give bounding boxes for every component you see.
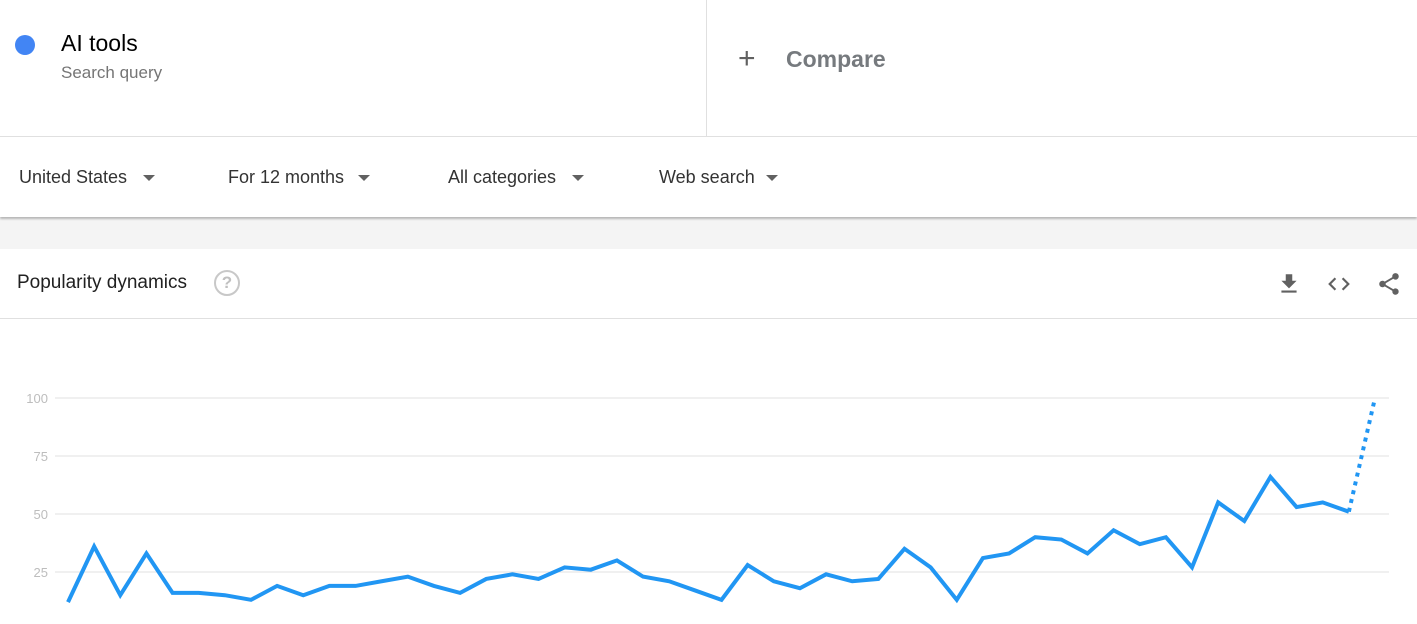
- data-point[interactable]: [167, 587, 179, 599]
- data-point[interactable]: [114, 589, 126, 601]
- data-point[interactable]: [454, 587, 466, 599]
- data-point[interactable]: [872, 573, 884, 585]
- chart-series: [62, 392, 1381, 608]
- term-type: Search query: [61, 63, 163, 82]
- data-point[interactable]: [350, 580, 362, 592]
- data-point[interactable]: [951, 594, 963, 606]
- data-point[interactable]: [1029, 531, 1041, 543]
- section-spacer: [0, 217, 1417, 249]
- share-icon[interactable]: [1376, 271, 1402, 297]
- data-point[interactable]: [533, 573, 545, 585]
- filter-label: All categories: [448, 167, 557, 187]
- data-point[interactable]: [925, 561, 937, 573]
- data-point[interactable]: [1160, 531, 1172, 543]
- filter-time-dropdown[interactable]: For 12 months: [228, 167, 371, 188]
- y-axis-ticks: 25 50 75 100: [26, 391, 48, 580]
- data-point[interactable]: [794, 582, 806, 594]
- compare-button[interactable]: + Compare: [738, 44, 886, 74]
- data-point[interactable]: [506, 568, 518, 580]
- compare-label: Compare: [786, 45, 886, 72]
- plus-icon: +: [738, 42, 756, 75]
- data-point[interactable]: [1055, 534, 1067, 546]
- filter-label: Web search: [659, 167, 755, 187]
- data-point[interactable]: [193, 587, 205, 599]
- data-point[interactable]: [742, 559, 754, 571]
- data-point[interactable]: [1317, 496, 1329, 508]
- data-point[interactable]: [1003, 547, 1015, 559]
- data-point[interactable]: [297, 589, 309, 601]
- y-tick-label: 50: [34, 507, 48, 522]
- data-point[interactable]: [245, 594, 257, 606]
- data-point[interactable]: [402, 571, 414, 583]
- data-point[interactable]: [977, 552, 989, 564]
- y-tick-label: 100: [26, 391, 48, 406]
- data-point[interactable]: [768, 575, 780, 587]
- data-point[interactable]: [820, 568, 832, 580]
- caret-down-icon: [765, 174, 778, 181]
- data-point[interactable]: [219, 589, 231, 601]
- card-title: Popularity dynamics: [17, 272, 188, 293]
- data-point[interactable]: [846, 575, 858, 587]
- series-partial-segment: [1346, 397, 1377, 513]
- card-header: Popularity dynamics ?: [0, 249, 1417, 319]
- data-point[interactable]: [1108, 524, 1120, 536]
- data-point[interactable]: [1369, 392, 1381, 404]
- data-point[interactable]: [716, 594, 728, 606]
- data-point[interactable]: [1343, 506, 1355, 518]
- data-point[interactable]: [1081, 547, 1093, 559]
- search-term-card[interactable]: AI tools Search query: [0, 0, 707, 136]
- series-line: [66, 473, 1350, 604]
- filter-bar: United States For 12 months All categori…: [0, 137, 1417, 217]
- download-icon[interactable]: [1276, 271, 1302, 297]
- filter-label: United States: [19, 167, 128, 187]
- data-point[interactable]: [559, 561, 571, 573]
- y-tick-label: 75: [34, 449, 48, 464]
- data-point[interactable]: [271, 580, 283, 592]
- data-point[interactable]: [637, 571, 649, 583]
- data-point[interactable]: [1238, 515, 1250, 527]
- embed-icon[interactable]: [1326, 271, 1352, 297]
- data-point[interactable]: [323, 580, 335, 592]
- filter-search-type-dropdown[interactable]: Web search: [659, 167, 778, 188]
- search-terms-bar: AI tools Search query + Compare: [0, 0, 1417, 137]
- term-name[interactable]: AI tools: [61, 30, 138, 57]
- y-tick-label: 25: [34, 565, 48, 580]
- data-point[interactable]: [376, 575, 388, 587]
- data-point[interactable]: [140, 547, 152, 559]
- chart-grid: [55, 397, 1389, 573]
- data-point[interactable]: [1212, 496, 1224, 508]
- data-point[interactable]: [480, 573, 492, 585]
- data-point[interactable]: [1134, 538, 1146, 550]
- caret-down-icon: [358, 174, 371, 181]
- help-icon[interactable]: ?: [214, 270, 240, 296]
- data-point[interactable]: [1291, 501, 1303, 513]
- caret-down-icon: [143, 174, 156, 181]
- data-point[interactable]: [62, 596, 74, 608]
- data-point[interactable]: [611, 554, 623, 566]
- data-point[interactable]: [1186, 561, 1198, 573]
- popularity-line-chart: 25 50 75 100: [26, 391, 1389, 608]
- data-point[interactable]: [1264, 471, 1276, 483]
- filter-category-dropdown[interactable]: All categories: [448, 167, 585, 188]
- filter-region-dropdown[interactable]: United States: [19, 167, 156, 188]
- data-point[interactable]: [898, 543, 910, 555]
- data-point[interactable]: [663, 575, 675, 587]
- data-point[interactable]: [689, 585, 701, 597]
- filter-label: For 12 months: [228, 167, 345, 187]
- data-point[interactable]: [585, 564, 597, 576]
- caret-down-icon: [572, 174, 585, 181]
- data-point[interactable]: [428, 580, 440, 592]
- term-color-dot: [15, 35, 35, 55]
- data-point[interactable]: [88, 540, 100, 552]
